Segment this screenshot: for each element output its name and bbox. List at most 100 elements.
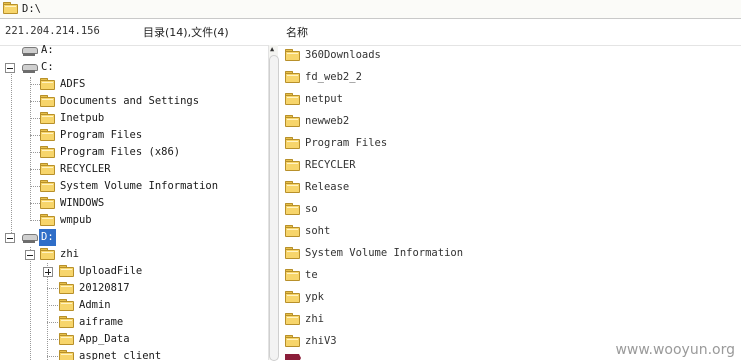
folder-icon	[59, 265, 74, 277]
tree-node-folder[interactable]: WINDOWS	[0, 195, 260, 212]
path-bar: D:\	[0, 0, 741, 19]
folder-icon	[285, 269, 300, 281]
file-name: zhi	[305, 313, 324, 325]
file-name: System Volume Information	[305, 247, 464, 259]
tree-node-folder[interactable]: wmpub	[0, 212, 260, 229]
tree-node-label: Inetpub	[60, 112, 105, 124]
file-name: Program Files	[305, 137, 388, 149]
folder-icon	[285, 181, 300, 193]
file-name: Release	[305, 181, 350, 193]
tree-node-folder[interactable]: zhi	[0, 246, 260, 263]
list-item[interactable]: newweb2	[283, 111, 723, 133]
expand-toggle[interactable]	[43, 267, 53, 277]
server-ip: 221.204.214.156	[5, 25, 100, 37]
list-item[interactable]: te	[283, 265, 723, 287]
list-item[interactable]: zhi	[283, 309, 723, 331]
tree-node-label: ADFS	[60, 78, 86, 90]
tree-connector	[30, 220, 40, 221]
folder-icon	[3, 2, 18, 14]
tree-node-folder[interactable]: Program Files (x86)	[0, 144, 260, 161]
folder-icon	[285, 291, 300, 303]
tree-node-folder[interactable]: System Volume Information	[0, 178, 260, 195]
scrollbar-thumb[interactable]	[269, 55, 279, 361]
tree-node-folder[interactable]: Inetpub	[0, 110, 260, 127]
tree-scrollbar[interactable]: ▲	[268, 45, 279, 361]
tree-connector	[30, 101, 40, 102]
list-item[interactable]: so	[283, 199, 723, 221]
tree-node-folder[interactable]: UploadFile	[0, 263, 260, 280]
tree-node-label: C:	[41, 61, 54, 73]
collapse-toggle[interactable]	[5, 233, 15, 243]
directory-summary: 目录(14),文件(4)	[143, 26, 229, 39]
file-name: newweb2	[305, 115, 350, 127]
tree-node-label: aspnet_client	[79, 350, 162, 360]
list-item[interactable]: ypk	[283, 287, 723, 309]
name-column-header[interactable]: 名称	[286, 24, 308, 40]
folder-icon	[59, 316, 74, 328]
list-item[interactable]: fd_web2_2	[283, 67, 723, 89]
tree-node-folder[interactable]: 20120817	[0, 280, 260, 297]
folder-icon	[59, 282, 74, 294]
file-name: te	[305, 269, 318, 281]
tree-node-folder[interactable]: ADFS	[0, 76, 260, 93]
tree-connector	[30, 186, 40, 187]
list-item[interactable]: System Volume Information	[283, 243, 723, 265]
collapse-toggle[interactable]	[5, 63, 15, 73]
tree-connector	[47, 288, 58, 289]
tree-connector	[30, 135, 40, 136]
tree-node-drive-a[interactable]: A:	[0, 45, 260, 59]
drive-icon	[22, 64, 38, 73]
list-item[interactable]: netput	[283, 89, 723, 111]
tree-node-label: 20120817	[79, 282, 130, 294]
folder-icon	[285, 225, 300, 237]
tree-node-label: Admin	[79, 299, 111, 311]
tree-connector	[30, 169, 40, 170]
list-item[interactable]: soht	[283, 221, 723, 243]
folder-icon	[59, 350, 74, 360]
tree-node-folder[interactable]: Documents and Settings	[0, 93, 260, 110]
tree-node-label: wmpub	[60, 214, 92, 226]
tree-node-folder[interactable]: aspnet_client	[0, 348, 260, 360]
tree-node-folder[interactable]: App_Data	[0, 331, 260, 348]
current-path[interactable]: D:\	[22, 3, 41, 15]
tree-node-folder[interactable]: RECYCLER	[0, 161, 260, 178]
tree-node-label: D:	[39, 229, 56, 246]
folder-icon	[40, 78, 55, 90]
tree-connector	[30, 118, 40, 119]
folder-icon	[40, 129, 55, 141]
folder-icon	[40, 95, 55, 107]
folder-icon	[40, 146, 55, 158]
list-item[interactable]: RECYCLER	[283, 155, 723, 177]
folder-icon	[59, 299, 74, 311]
folder-icon	[285, 313, 300, 325]
tree-node-label: App_Data	[79, 333, 130, 345]
file-list: 360Downloads fd_web2_2 netput newweb2 Pr…	[283, 45, 741, 360]
collapse-toggle[interactable]	[25, 250, 35, 260]
file-name: RECYCLER	[305, 159, 356, 171]
drive-icon	[22, 234, 38, 243]
tree-node-folder[interactable]: aiframe	[0, 314, 260, 331]
tree-connector	[47, 339, 58, 340]
tree-node-label: UploadFile	[79, 265, 143, 277]
folder-icon	[285, 115, 300, 127]
folder-icon	[40, 112, 55, 124]
tree-node-label: WINDOWS	[60, 197, 105, 209]
list-item[interactable]: Release	[283, 177, 723, 199]
tree-node-drive-c[interactable]: C:	[0, 59, 260, 76]
tree-connector	[47, 305, 58, 306]
tree-node-label: RECYCLER	[60, 163, 111, 175]
tree-node-folder[interactable]: Admin	[0, 297, 260, 314]
tree-node-label: Documents and Settings	[60, 95, 200, 107]
list-item[interactable]: 360Downloads	[283, 45, 723, 67]
file-icon	[285, 354, 301, 360]
scroll-up-arrow-icon[interactable]: ▲	[270, 45, 274, 53]
tree-node-folder[interactable]: Program Files	[0, 127, 260, 144]
file-name: zhiV3	[305, 335, 337, 347]
tree-node-drive-d[interactable]: D:	[0, 229, 260, 246]
folder-icon	[285, 71, 300, 83]
tree-connector	[30, 152, 40, 153]
drive-icon	[22, 47, 38, 56]
folder-icon	[285, 137, 300, 149]
list-item[interactable]: Program Files	[283, 133, 723, 155]
folder-icon	[40, 248, 55, 260]
